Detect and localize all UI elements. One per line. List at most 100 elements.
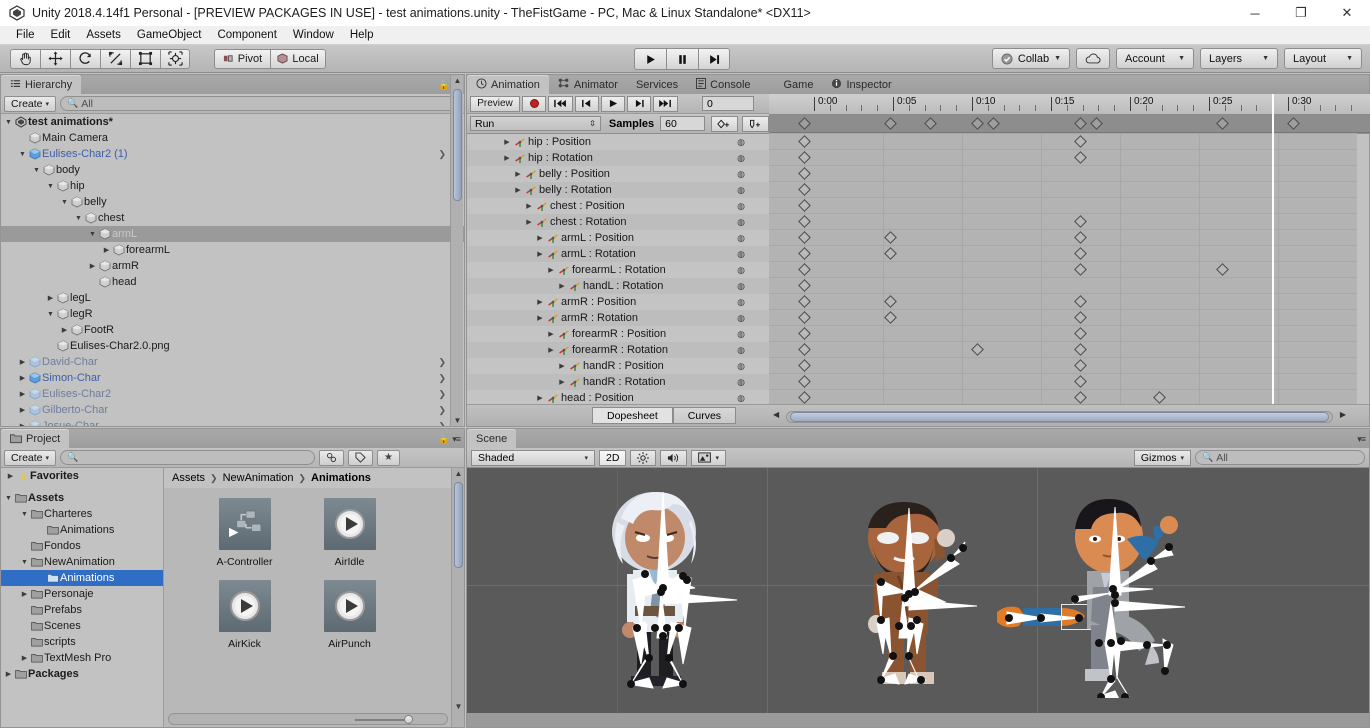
- project-folder-scripts[interactable]: scripts: [1, 634, 163, 650]
- twisty-icon[interactable]: ▼: [59, 199, 70, 206]
- twisty-icon[interactable]: ▶: [535, 298, 545, 306]
- scene-viewport[interactable]: [467, 468, 1369, 727]
- animation-play-button[interactable]: [601, 95, 625, 112]
- property-row-belly-position[interactable]: ▶ belly : Position ◍: [467, 166, 769, 182]
- hierarchy-row-eulises-char2-0-png[interactable]: Eulises-Char2.0.png: [1, 338, 464, 354]
- project-tab-options[interactable]: 🔒 ▾≡: [438, 434, 461, 445]
- keyframe-diamond[interactable]: [797, 134, 811, 148]
- current-frame-field[interactable]: 0: [702, 96, 754, 111]
- tab-inspector[interactable]: Inspector: [822, 75, 900, 94]
- keyframe-diamond[interactable]: [1153, 390, 1166, 404]
- twisty-icon[interactable]: ▼: [45, 183, 56, 190]
- keyframe-diamond[interactable]: [1074, 358, 1087, 372]
- project-folder-tree[interactable]: ▶ ★ Favorites ▼ Assets ▼ Charteres Animation…: [1, 468, 164, 727]
- cloud-button[interactable]: [1076, 48, 1110, 69]
- hierarchy-create-button[interactable]: Create ▾: [4, 95, 57, 112]
- toggle-effects-button[interactable]: ▾: [691, 449, 726, 466]
- twisty-icon[interactable]: ▼: [73, 215, 84, 222]
- lock-icon[interactable]: 🔒: [438, 80, 449, 91]
- menu-gameobject[interactable]: GameObject: [129, 28, 210, 42]
- asset-grid[interactable]: A-Controller AirIdle AirKick AirPunch: [164, 488, 450, 711]
- project-folder-animations[interactable]: Animations: [1, 570, 163, 586]
- project-folder-animations[interactable]: Animations: [1, 522, 163, 538]
- curve-toggle-icon[interactable]: ◍: [737, 281, 745, 292]
- rect-tool-button[interactable]: [130, 48, 160, 69]
- project-folder-charteres[interactable]: ▼ Charteres: [1, 506, 163, 522]
- scene-tab-options[interactable]: ▾≡: [1357, 434, 1366, 445]
- prefab-open-arrow-icon[interactable]: ❯: [438, 149, 446, 160]
- property-row-head-position[interactable]: ▶ head : Position ◍: [467, 390, 769, 404]
- tab-animator[interactable]: Animator: [549, 75, 627, 94]
- summary-keyframe-strip[interactable]: [769, 115, 1370, 133]
- hierarchy-row-hip[interactable]: ▼ hip: [1, 178, 464, 194]
- toggle-lighting-button[interactable]: [630, 449, 657, 466]
- curve-toggle-icon[interactable]: ◍: [737, 233, 745, 244]
- favorites-filter-button[interactable]: ★: [377, 449, 400, 466]
- toggle-2d-button[interactable]: 2D: [599, 449, 627, 466]
- twisty-icon[interactable]: ▶: [87, 262, 98, 270]
- twisty-icon[interactable]: ▶: [557, 378, 567, 386]
- summary-keyframe-diamond[interactable]: [1074, 117, 1087, 130]
- twisty-icon[interactable]: ▼: [19, 559, 30, 566]
- keyframe-diamond[interactable]: [797, 342, 811, 356]
- twisty-icon[interactable]: ▶: [546, 346, 556, 354]
- close-button[interactable]: ✕: [1324, 0, 1370, 26]
- hierarchy-row-eulises-char2[interactable]: ▶ Eulises-Char2 ❯: [1, 386, 464, 402]
- minimize-button[interactable]: ─: [1232, 0, 1278, 26]
- asset-item-a-controller[interactable]: A-Controller: [192, 498, 297, 568]
- zoom-slider-knob[interactable]: [404, 715, 413, 724]
- toggle-audio-button[interactable]: [660, 449, 688, 466]
- property-row-armr-rotation[interactable]: ▶ armR : Rotation ◍: [467, 310, 769, 326]
- project-folder-textmesh-pro[interactable]: ▶ TextMesh Pro: [1, 650, 163, 666]
- curve-toggle-icon[interactable]: ◍: [737, 217, 745, 228]
- twisty-icon[interactable]: ▶: [45, 294, 56, 302]
- menu-assets[interactable]: Assets: [78, 28, 129, 42]
- filter-by-label-button[interactable]: [348, 449, 374, 466]
- twisty-icon[interactable]: ▶: [546, 330, 556, 338]
- local-toggle-button[interactable]: Local: [270, 48, 326, 69]
- twisty-icon[interactable]: ▶: [535, 250, 545, 258]
- twisty-icon[interactable]: ▶: [19, 590, 30, 598]
- project-search-input[interactable]: 🔍: [60, 450, 316, 465]
- curve-toggle-icon[interactable]: ◍: [737, 201, 745, 212]
- property-row-handr-position[interactable]: ▶ handR : Position ◍: [467, 358, 769, 374]
- hscroll-thumb[interactable]: [790, 412, 1329, 422]
- keyframe-diamond[interactable]: [797, 310, 811, 324]
- summary-keyframe-diamond[interactable]: [1216, 117, 1230, 130]
- tab-console[interactable]: Console: [687, 75, 759, 94]
- keyframe-diamond[interactable]: [797, 182, 811, 196]
- character-eulises-char2[interactable]: [597, 488, 738, 693]
- curve-toggle-icon[interactable]: ◍: [737, 249, 745, 260]
- project-tree-list[interactable]: ▼ Assets ▼ Charteres Animations Fondos ▼ NewAni…: [1, 490, 163, 682]
- add-event-button[interactable]: [742, 115, 769, 132]
- keyframe-diamond[interactable]: [1074, 326, 1087, 340]
- property-row-forearml-rotation[interactable]: ▶ forearmL : Rotation ◍: [467, 262, 769, 278]
- twisty-icon[interactable]: ▶: [3, 670, 14, 678]
- scroll-down-icon[interactable]: ▼: [453, 416, 462, 425]
- keyframe-diamond[interactable]: [1074, 150, 1087, 164]
- property-row-chest-rotation[interactable]: ▶ chest : Rotation ◍: [467, 214, 769, 230]
- summary-keyframe-diamond[interactable]: [1287, 117, 1301, 130]
- keyframe-diamond[interactable]: [1074, 230, 1087, 244]
- prefab-open-arrow-icon[interactable]: ❯: [438, 421, 446, 427]
- hierarchy-search-input[interactable]: 🔍 All: [60, 96, 461, 111]
- keyframe-diamond[interactable]: [797, 390, 811, 404]
- layout-button[interactable]: Layout ▼: [1284, 48, 1362, 69]
- next-keyframe-button[interactable]: [627, 95, 651, 112]
- summary-keyframe-diamond[interactable]: [987, 117, 1000, 130]
- breadcrumb-item-animations[interactable]: Animations: [311, 472, 371, 484]
- curve-toggle-icon[interactable]: ◍: [737, 185, 745, 196]
- twisty-icon[interactable]: ▶: [513, 186, 523, 194]
- samples-field[interactable]: 60: [660, 116, 706, 131]
- curve-toggle-icon[interactable]: ◍: [737, 377, 745, 388]
- keyframe-diamond[interactable]: [1074, 134, 1087, 148]
- maximize-button[interactable]: ❐: [1278, 0, 1324, 26]
- hierarchy-row-head[interactable]: head: [1, 274, 464, 290]
- summary-keyframe-diamond[interactable]: [971, 117, 985, 130]
- twisty-icon[interactable]: ▼: [19, 511, 30, 518]
- project-folder-scenes[interactable]: Scenes: [1, 618, 163, 634]
- pause-button[interactable]: [666, 48, 698, 70]
- property-row-hip-rotation[interactable]: ▶ hip : Rotation ◍: [467, 150, 769, 166]
- twisty-icon[interactable]: ▶: [17, 390, 28, 398]
- twisty-icon[interactable]: ▶: [524, 202, 534, 210]
